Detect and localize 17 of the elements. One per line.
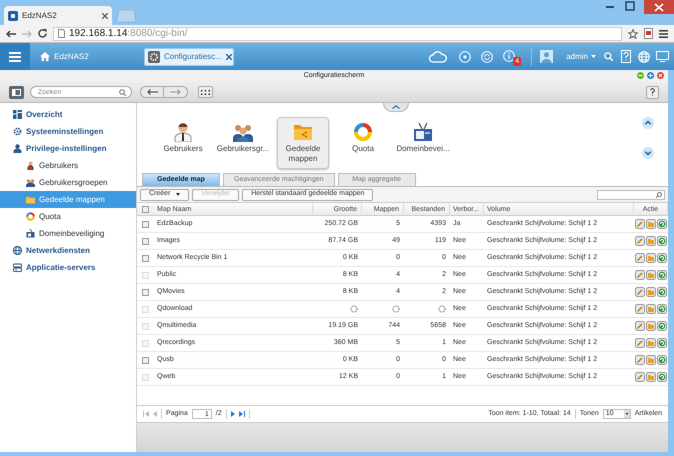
sidebar-item[interactable]: Domeinbeveiliging bbox=[0, 225, 136, 242]
app-launcher-button[interactable]: Gebruikersgr... bbox=[217, 117, 269, 169]
address-field[interactable]: 192.168.1.14:8080/cgi-bin/ bbox=[53, 26, 622, 40]
app-launcher-button[interactable]: Domeinbevei... bbox=[397, 117, 449, 169]
sidebar-item[interactable]: Gebruikersgroepen bbox=[0, 174, 136, 191]
sidebar-item[interactable]: Quota bbox=[0, 208, 136, 225]
sidebar-item[interactable]: Systeeminstellingen bbox=[0, 123, 136, 140]
sidebar-item[interactable]: Gebruikers bbox=[0, 157, 136, 174]
app-launcher-button[interactable]: Gedeelde mappen bbox=[277, 117, 329, 169]
sidebar-item[interactable]: Privilege-instellingen bbox=[0, 140, 136, 157]
browser-tab[interactable]: EdzNAS2 bbox=[4, 6, 112, 25]
app-launcher-button[interactable]: Quota bbox=[337, 117, 389, 169]
app-launcher-button[interactable]: Gebruikers bbox=[157, 117, 209, 169]
sidebar-item[interactable]: Applicatie-servers bbox=[0, 259, 136, 276]
sidebar-item[interactable]: Overzicht bbox=[0, 106, 136, 123]
app-tab[interactable]: Configuratiesc... bbox=[144, 48, 234, 66]
sidebar-item[interactable]: Netwerkdiensten bbox=[0, 242, 136, 259]
